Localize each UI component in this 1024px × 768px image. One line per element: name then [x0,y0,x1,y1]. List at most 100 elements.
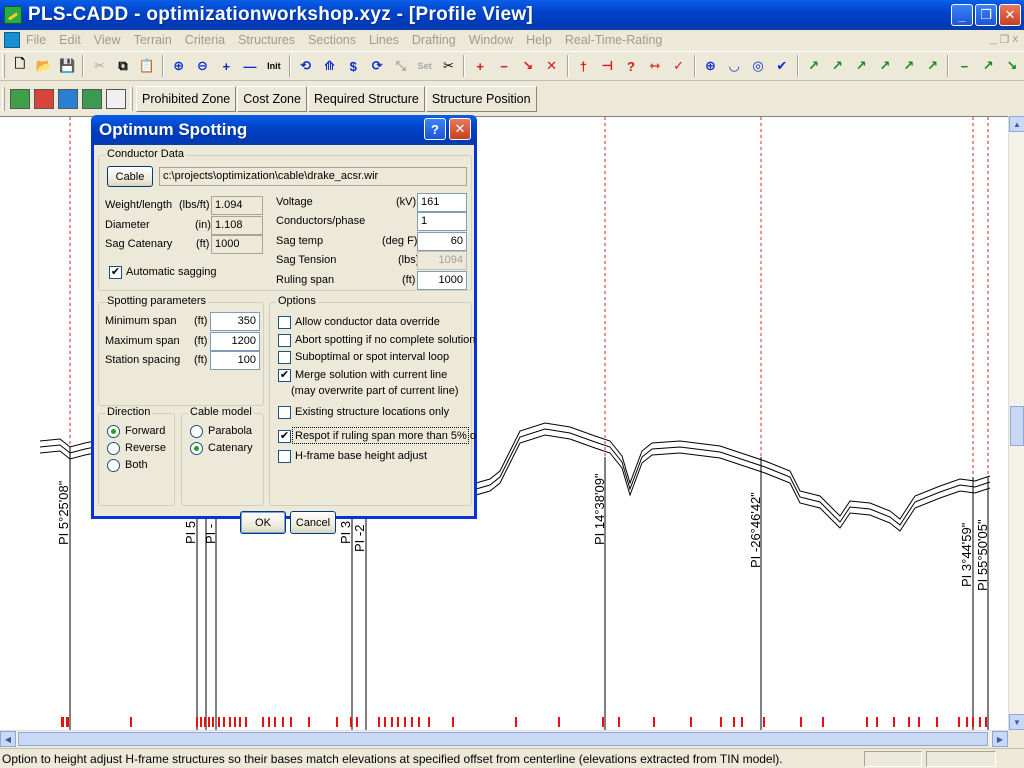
sag-temp-field[interactable]: 60 [417,232,467,251]
direction-reverse-radio[interactable] [107,442,120,455]
delete-structure-icon[interactable]: ⊣ [596,55,618,77]
mdi-close-button[interactable]: x [1013,33,1019,46]
merge-solution-checkbox[interactable]: ✔ [278,369,291,382]
direction-both-radio[interactable] [107,459,120,472]
query-structure-icon[interactable]: ? [620,55,642,77]
text-arrow-icon[interactable]: ↗ [977,55,999,77]
init-view-button[interactable]: Init [263,55,285,77]
cable-button[interactable]: Cable [107,166,153,187]
menu-sections[interactable]: Sections [308,33,356,47]
add-structure-icon[interactable]: † [573,55,595,77]
pan-center-icon[interactable]: $ [342,55,364,77]
plan-view-icon[interactable] [34,89,54,109]
terrain-view-icon[interactable] [10,89,30,109]
minimize-button[interactable]: _ [951,4,973,26]
station-spacing-field[interactable]: 100 [210,351,260,370]
horizontal-scroll-thumb[interactable] [18,732,988,746]
pan-right-icon[interactable]: ⟳ [366,55,388,77]
maximum-span-field[interactable]: 1200 [210,332,260,351]
copy-icon[interactable]: ⧉ [112,55,134,77]
ok-button[interactable]: OK [240,511,286,534]
annotate-edit-icon[interactable]: ↗ [850,55,872,77]
menu-structures[interactable]: Structures [238,33,295,47]
prohibited-zone-button[interactable]: Prohibited Zone [136,86,237,112]
annotate-clear-icon[interactable]: ↗ [922,55,944,77]
new-file-icon[interactable]: 🗋 [9,55,31,77]
menu-edit[interactable]: Edit [59,33,81,47]
sag-check-icon[interactable]: ✔ [771,55,793,77]
pls-cadd-app-icon[interactable] [4,6,22,24]
profile-view-icon[interactable] [4,32,20,48]
section-view-icon[interactable] [82,89,102,109]
zoom-out-icon[interactable]: ⊖ [192,55,214,77]
cut-icon[interactable]: ✂ [88,55,110,77]
respot-ruling-span-checkbox[interactable]: ✔ [278,430,291,443]
annotate-all-icon[interactable]: ↗ [898,55,920,77]
move-structure-icon[interactable]: ⇿ [644,55,666,77]
move-pi-icon[interactable]: ↘ [517,55,539,77]
cost-zone-button[interactable]: Cost Zone [237,86,307,112]
pan-up-icon[interactable]: ⟰ [319,55,341,77]
sag-remove-icon[interactable]: ◡ [723,55,745,77]
save-disk-icon[interactable]: 💾 [57,55,79,77]
add-pi-icon[interactable]: + [469,55,491,77]
remove-pi-icon[interactable]: ✕ [541,55,563,77]
scroll-left-icon[interactable]: ◀ [0,731,16,747]
menu-lines[interactable]: Lines [369,33,399,47]
mdi-restore-button[interactable]: ❐ [1000,33,1010,46]
allow-override-checkbox[interactable] [278,316,291,329]
restore-button[interactable]: ❐ [975,4,997,26]
menu-real-time-rating[interactable]: Real-Time-Rating [565,33,662,47]
voltage-field[interactable]: 161 [417,193,467,212]
annotate-plus-icon[interactable]: ↗ [826,55,848,77]
mdi-minimize-button[interactable]: _ [991,33,997,46]
vertical-scrollbar[interactable]: ▲ ▼ [1008,116,1024,730]
zoom-extents-icon[interactable]: + [215,55,237,77]
menu-drafting[interactable]: Drafting [412,33,456,47]
cancel-button[interactable]: Cancel [290,511,336,534]
parabola-radio[interactable] [190,425,203,438]
zoom-in-icon[interactable]: ⊕ [168,55,190,77]
vertical-scroll-thumb[interactable] [1010,406,1024,446]
profile-view-icon-2[interactable] [58,89,78,109]
menu-criteria[interactable]: Criteria [185,33,225,47]
automatic-sagging-checkbox[interactable]: ✔ [109,266,122,279]
paste-icon[interactable]: 📋 [136,55,158,77]
set-button[interactable]: Set [414,55,436,77]
text-down-icon[interactable]: ↘ [1001,55,1023,77]
menu-terrain[interactable]: Terrain [134,33,172,47]
menu-window[interactable]: Window [469,33,513,47]
abort-spotting-checkbox[interactable] [278,334,291,347]
help-question-icon[interactable]: ? [424,118,446,140]
minimum-span-field[interactable]: 350 [210,312,260,331]
existing-locations-checkbox[interactable] [278,406,291,419]
check-structure-icon[interactable]: ✓ [668,55,690,77]
structure-position-button[interactable]: Structure Position [425,86,537,112]
sheet-view-icon[interactable] [106,89,126,109]
catenary-radio[interactable] [190,442,203,455]
select-icon[interactable]: ⤡ [390,55,412,77]
menu-help[interactable]: Help [526,33,552,47]
zoom-previous-icon[interactable]: — [239,55,261,77]
sag-add-icon[interactable]: ⊕ [700,55,722,77]
ruling-span-field[interactable]: 1000 [417,271,467,290]
scroll-right-icon[interactable]: ▶ [992,731,1008,747]
required-structure-button[interactable]: Required Structure [307,86,425,112]
suboptimal-loop-checkbox[interactable] [278,351,291,364]
pan-left-icon[interactable]: ⟲ [295,55,317,77]
annotate-add-icon[interactable]: ↗ [803,55,825,77]
delete-pi-icon[interactable]: − [493,55,515,77]
menu-view[interactable]: View [94,33,121,47]
dialog-close-icon[interactable]: ✕ [449,118,471,140]
text-minus-icon[interactable]: − [953,55,975,77]
open-folder-icon[interactable]: 📂 [33,55,55,77]
sag-query-icon[interactable]: ◎ [747,55,769,77]
close-button[interactable]: ✕ [999,4,1021,26]
annotate-move-icon[interactable]: ↗ [874,55,896,77]
horizontal-scrollbar[interactable]: ◀ ▶ [0,730,1008,747]
scissors-icon[interactable]: ✂ [438,55,460,77]
menu-file[interactable]: File [26,33,46,47]
conductors-per-phase-field[interactable]: 1 [417,212,467,231]
direction-forward-radio[interactable] [107,425,120,438]
hframe-adjust-checkbox[interactable] [278,450,291,463]
